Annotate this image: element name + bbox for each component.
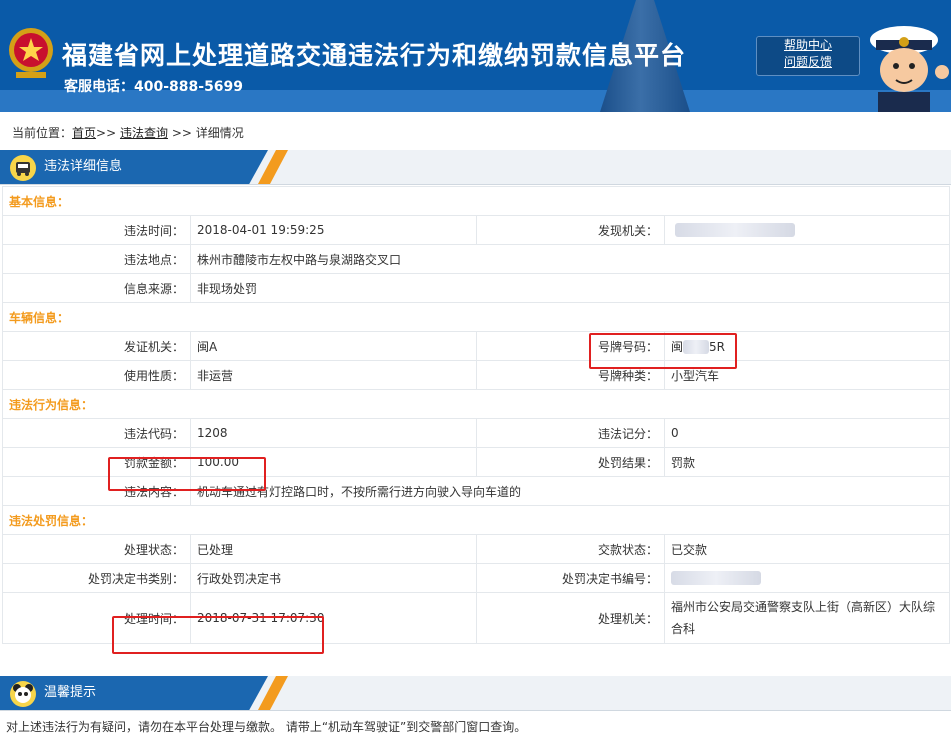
field-label: 处罚结果：: [476, 447, 665, 477]
table-row: 使用性质： 非运营 号牌种类： 小型汽车: [2, 360, 951, 390]
use-nature-value: 非运营: [190, 360, 477, 390]
handling-org-value: 福州市公安局交通警察支队上街（高新区）大队综合科: [663, 592, 951, 644]
table-row: 违法时间： 2018-04-01 19:59:25 发现机关：: [2, 215, 951, 245]
field-label: 信息来源：: [2, 273, 191, 303]
help-center-link[interactable]: 帮助中心: [757, 37, 859, 54]
table-row: 发证机关： 闽A 号牌号码： 闽 5R: [2, 331, 951, 361]
feedback-link[interactable]: 问题反馈: [757, 54, 859, 71]
redacted-blur: [671, 571, 761, 586]
group-row: 车辆信息：: [1, 302, 951, 332]
field-label: 交款状态：: [476, 534, 665, 564]
police-mascot-icon: [870, 26, 949, 112]
field-label: 违法时间：: [2, 215, 191, 245]
issuing-org-value: 闽A: [190, 331, 477, 361]
section-tab: [0, 150, 268, 184]
discovering-org-value: [663, 215, 951, 245]
group-heading-penalty: 违法处罚信息：: [1, 505, 951, 535]
group-row: 违法处罚信息：: [1, 505, 951, 535]
field-label: 发现机关：: [476, 215, 665, 245]
group-row: 基本信息：: [1, 186, 951, 216]
section-tab: [0, 676, 268, 710]
panda-icon: [10, 681, 36, 707]
section-header-detail: 违法详细信息: [0, 150, 951, 185]
group-heading-vehicle: 车辆信息：: [1, 302, 951, 332]
table-row: 信息来源： 非现场处罚: [2, 273, 951, 303]
highlight-box-fine: [108, 457, 266, 491]
breadcrumb-separator: >>: [171, 126, 192, 140]
field-label: 违法记分：: [476, 418, 665, 448]
table-row: 违法地点： 株州市醴陵市左权中路与泉湖路交叉口: [2, 244, 951, 274]
table-row: 违法代码： 1208 违法记分： 0: [2, 418, 951, 448]
group-heading-basic: 基本信息：: [1, 186, 951, 216]
field-label: 处理机关：: [476, 592, 665, 644]
field-label: 处罚决定书编号：: [476, 563, 665, 593]
violation-place-value: 株州市醴陵市左权中路与泉湖路交叉口: [189, 244, 951, 274]
site-title: 福建省网上处理道路交通违法行为和缴纳罚款信息平台: [62, 41, 687, 70]
breadcrumb-current: 详细情况: [195, 126, 244, 140]
field-label: 发证机关：: [2, 331, 191, 361]
info-source-value: 非现场处罚: [189, 273, 951, 303]
detail-table: 基本信息： 违法时间： 2018-04-01 19:59:25 发现机关： 违法…: [1, 186, 951, 644]
violation-content-value: 机动车通过有灯控路口时，不按所需行进方向驶入导向车道的: [189, 476, 951, 506]
section-title: 违法详细信息: [44, 159, 123, 174]
site-header: 福建省网上处理道路交通违法行为和缴纳罚款信息平台 客服电话：400-888-56…: [0, 0, 951, 112]
payment-status-value: 已交款: [663, 534, 951, 564]
table-row: 处罚决定书类别： 行政处罚决定书 处罚决定书编号：: [2, 563, 951, 593]
violation-code-value: 1208: [190, 418, 477, 448]
penalty-result-value: 罚款: [663, 447, 951, 477]
breadcrumb-home-link[interactable]: 首页: [72, 126, 96, 140]
highlight-box-plate: [589, 333, 737, 369]
group-row: 违法行为信息：: [1, 389, 951, 419]
breadcrumb-separator: >>: [96, 126, 117, 140]
violation-time-value: 2018-04-01 19:59:25: [190, 215, 477, 245]
breadcrumb-query-link[interactable]: 违法查询: [120, 126, 168, 140]
breadcrumb-prefix: 当前位置：: [12, 126, 73, 140]
tips-title: 温馨提示: [44, 685, 97, 700]
hotline-text: 客服电话：400-888-5699: [64, 79, 244, 95]
redacted-blur: [675, 223, 795, 238]
table-row: 处理状态： 已处理 交款状态： 已交款: [2, 534, 951, 564]
field-label: 违法代码：: [2, 418, 191, 448]
breadcrumb: 当前位置：首页>> 违法查询 >> 详细情况: [0, 120, 951, 146]
violation-points-value: 0: [663, 418, 951, 448]
field-label: 处罚决定书类别：: [2, 563, 191, 593]
help-links-box: 帮助中心 问题反馈: [756, 36, 860, 76]
national-emblem-icon: [9, 28, 53, 78]
highlight-box-handle-time: [112, 616, 324, 654]
decision-number-value: [663, 563, 951, 593]
group-heading-violation: 违法行为信息：: [1, 389, 951, 419]
field-label: 处理状态：: [2, 534, 191, 564]
field-label: 使用性质：: [2, 360, 191, 390]
field-label: 违法地点：: [2, 244, 191, 274]
section-header-tips: 温馨提示: [0, 676, 951, 711]
handle-status-value: 已处理: [190, 534, 477, 564]
tips-text: 对上述违法行为有疑问，请勿在本平台处理与缴款。 请带上“机动车驾驶证”到交警部门…: [6, 720, 527, 734]
decision-type-value: 行政处罚决定书: [190, 563, 477, 593]
bus-icon: [10, 155, 36, 181]
